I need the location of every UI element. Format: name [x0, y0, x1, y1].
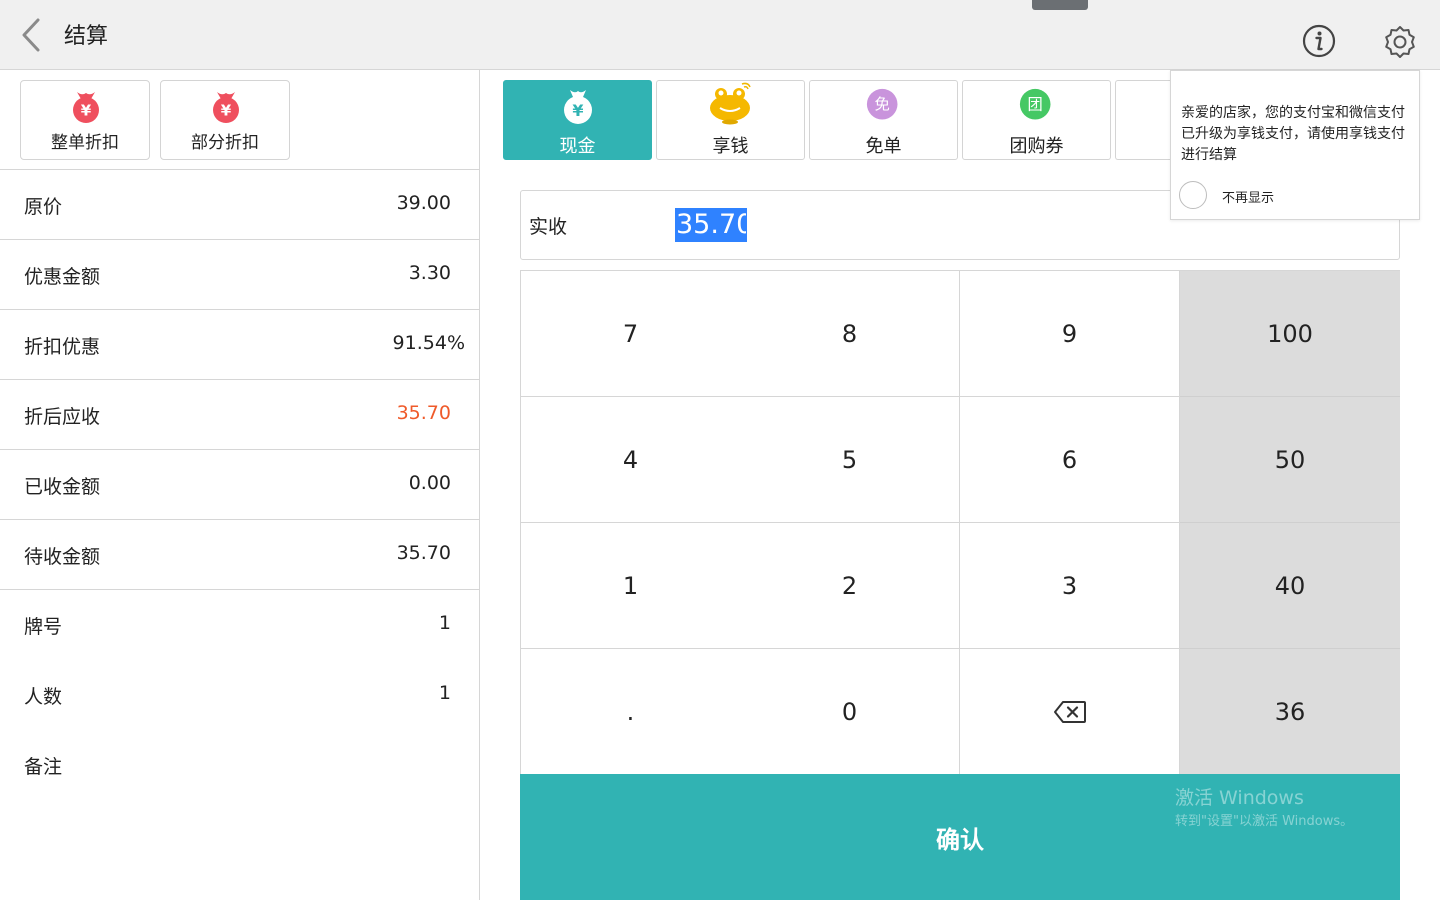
key-7[interactable]: 7 [521, 271, 741, 397]
tab-cash-label: 现金 [559, 136, 596, 157]
guest-count-value: 1 [438, 682, 451, 704]
discount-rate-label: 折扣优惠 [24, 336, 101, 358]
svg-text:免: 免 [874, 96, 889, 114]
remark-label: 备注 [24, 756, 63, 778]
discount-rate-row: 折扣优惠 91.54% [0, 310, 479, 380]
partial-discount-button[interactable]: ¥ 部分折扣 [160, 80, 290, 160]
windows-activation-subtitle: 转到"设置"以激活 Windows。 [1175, 814, 1354, 829]
received-amount-label: 实收 [529, 216, 568, 238]
free-icon: 免 [866, 88, 897, 120]
key-2[interactable]: 2 [740, 523, 960, 649]
backspace-icon [1053, 700, 1086, 723]
tooltip-message: 亲爱的店家，您的支付宝和微信支付已升级为享钱支付，请使用享钱支付进行结算 [1181, 105, 1405, 163]
payable-value: 35.70 [396, 402, 451, 424]
chevron-left-icon [22, 18, 40, 52]
discount-bar: ¥ 整单折扣 ¥ 部分折扣 [0, 70, 479, 170]
key-8[interactable]: 8 [740, 271, 960, 397]
key-3[interactable]: 3 [960, 523, 1180, 649]
top-bar: 结算 [0, 0, 1440, 70]
key-decimal[interactable]: . [521, 649, 741, 775]
received-row: 已收金额 0.00 [0, 450, 479, 520]
payable-row: 折后应收 35.70 [0, 380, 479, 450]
table-number-label: 牌号 [24, 616, 63, 638]
guest-count-label: 人数 [24, 686, 63, 708]
tab-xiangqian[interactable]: 享钱 [656, 80, 805, 160]
group-buy-icon: 团 [1019, 88, 1050, 120]
key-4[interactable]: 4 [521, 397, 741, 523]
money-bag-icon: ¥ [73, 92, 99, 123]
discount-amount-value: 3.30 [408, 262, 451, 284]
guest-count-row[interactable]: 人数 1 [0, 660, 479, 730]
received-amount-input[interactable] [675, 208, 747, 242]
whole-order-discount-label: 整单折扣 [51, 133, 119, 153]
windows-activation-title: 激活 Windows [1175, 787, 1304, 809]
svg-text:团: 团 [1027, 96, 1042, 114]
received-label: 已收金额 [24, 476, 101, 498]
dont-show-again-label[interactable]: 不再显示 [1222, 187, 1274, 206]
svg-text:¥: ¥ [572, 101, 583, 120]
window-handle [1032, 0, 1088, 10]
page-title: 结算 [64, 24, 109, 49]
original-price-row: 原价 39.00 [0, 170, 479, 240]
key-6[interactable]: 6 [960, 397, 1180, 523]
tab-xiangqian-label: 享钱 [712, 136, 749, 157]
tab-cash[interactable]: ¥ 现金 [503, 80, 652, 160]
remark-row[interactable]: 备注 [0, 730, 479, 800]
tab-free[interactable]: 免 免单 [809, 80, 958, 160]
discount-amount-label: 优惠金额 [24, 266, 101, 288]
tab-group-coupon-label: 团购券 [1009, 136, 1064, 157]
info-button[interactable] [1302, 24, 1336, 58]
payment-upgrade-tooltip: 亲爱的店家，您的支付宝和微信支付已升级为享钱支付，请使用享钱支付进行结算 不再显… [1170, 70, 1420, 220]
numeric-keypad: 7 8 9 100 4 5 6 50 1 2 3 40 . 0 36 [520, 270, 1400, 775]
whole-order-discount-button[interactable]: ¥ 整单折扣 [20, 80, 150, 160]
summary-list: 原价 39.00 优惠金额 3.30 折扣优惠 91.54% 折后应收 35.7… [0, 170, 479, 800]
quick-amount-50[interactable]: 50 [1180, 397, 1400, 523]
payable-label: 折后应收 [24, 406, 101, 428]
discount-amount-row: 优惠金额 3.30 [0, 240, 479, 310]
quick-amount-36[interactable]: 36 [1180, 649, 1400, 775]
info-icon [1302, 24, 1336, 58]
received-value: 0.00 [408, 472, 451, 494]
key-5[interactable]: 5 [740, 397, 960, 523]
svg-text:¥: ¥ [81, 102, 92, 120]
pending-value: 35.70 [396, 542, 451, 564]
back-button[interactable] [8, 14, 48, 56]
partial-discount-label: 部分折扣 [191, 133, 259, 153]
table-number-value: 1 [438, 612, 451, 634]
frog-icon [709, 82, 751, 125]
gear-icon [1385, 26, 1415, 58]
key-0[interactable]: 0 [740, 649, 960, 775]
dont-show-again-radio[interactable] [1179, 181, 1207, 209]
quick-amount-100[interactable]: 100 [1180, 271, 1400, 397]
cash-bag-icon: ¥ [563, 90, 592, 124]
key-1[interactable]: 1 [521, 523, 741, 649]
order-summary-panel: ¥ 整单折扣 ¥ 部分折扣 原价 39.00 优惠金额 3.30 折扣优惠 91… [0, 70, 480, 900]
original-price-label: 原价 [24, 196, 63, 218]
key-9[interactable]: 9 [960, 271, 1180, 397]
settings-button[interactable] [1382, 24, 1418, 60]
svg-text:¥: ¥ [221, 102, 232, 120]
tab-group-coupon[interactable]: 团 团购券 [962, 80, 1111, 160]
pending-row: 待收金额 35.70 [0, 520, 479, 590]
quick-amount-40[interactable]: 40 [1180, 523, 1400, 649]
pending-label: 待收金额 [24, 546, 101, 568]
money-bag-icon: ¥ [213, 92, 239, 123]
tab-free-label: 免单 [865, 136, 902, 157]
backspace-button[interactable] [960, 649, 1180, 775]
original-price-value: 39.00 [396, 192, 451, 214]
table-number-row[interactable]: 牌号 1 [0, 590, 479, 660]
discount-rate-value: 91.54% [392, 332, 465, 354]
